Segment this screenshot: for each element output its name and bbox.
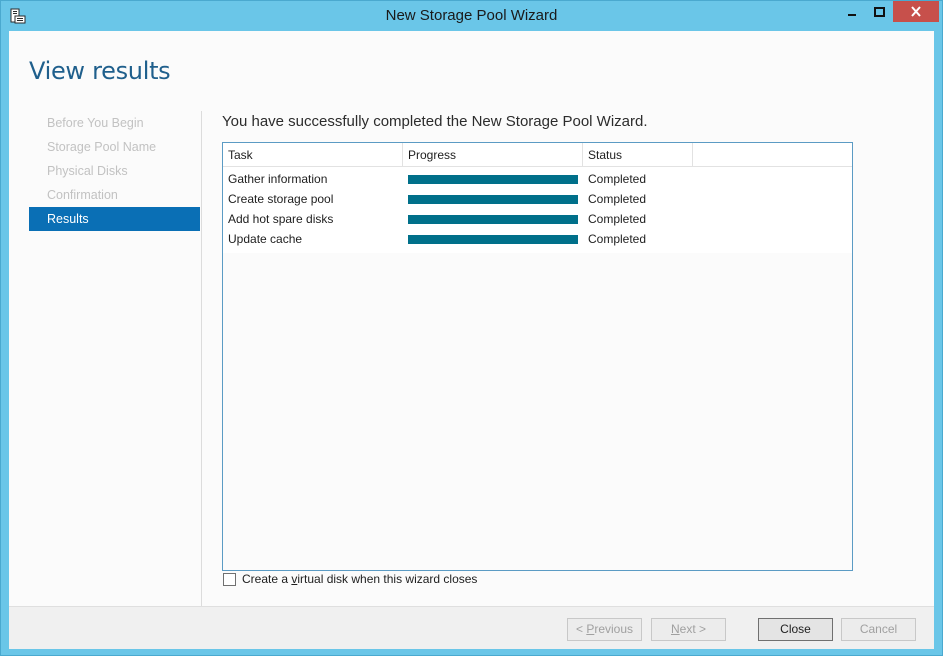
window-title: New Storage Pool Wizard xyxy=(385,7,558,24)
close-button[interactable]: Close xyxy=(758,618,833,641)
column-header-status[interactable]: Status xyxy=(583,143,693,167)
table-row[interactable]: Create storage pool Completed xyxy=(223,189,852,209)
wizard-footer: < Previous Next > Close Cancel xyxy=(9,606,934,649)
progress-bar xyxy=(408,194,578,204)
progress-fill xyxy=(408,194,578,204)
table-row[interactable]: Add hot spare disks Completed xyxy=(223,209,852,229)
create-virtual-disk-checkbox[interactable] xyxy=(223,572,236,586)
column-header-task[interactable]: Task xyxy=(223,143,403,167)
minimize-button[interactable] xyxy=(837,1,866,22)
close-icon xyxy=(911,6,921,17)
task-name: Create storage pool xyxy=(228,192,334,206)
task-progress xyxy=(403,214,583,224)
task-name: Update cache xyxy=(228,232,303,246)
title-bar[interactable]: New Storage Pool Wizard xyxy=(1,1,942,31)
progress-fill xyxy=(408,214,578,224)
previous-button[interactable]: < Previous xyxy=(567,618,642,641)
nav-divider xyxy=(201,111,202,606)
nav-step-before-you-begin: Before You Begin xyxy=(47,116,144,130)
close-window-button[interactable] xyxy=(893,1,939,22)
column-header-progress[interactable]: Progress xyxy=(403,143,583,167)
cancel-button[interactable]: Cancel xyxy=(841,618,916,641)
wizard-client-area: View results Before You Begin Storage Po… xyxy=(9,31,934,649)
wizard-steps-nav: Before You Begin Storage Pool Name Physi… xyxy=(29,111,200,231)
grid-header: Task Progress Status xyxy=(223,143,852,167)
task-status: Completed xyxy=(588,232,647,246)
maximize-button[interactable] xyxy=(866,1,893,22)
progress-bar xyxy=(408,214,578,224)
progress-fill xyxy=(408,234,578,244)
nav-step-physical-disks: Physical Disks xyxy=(47,164,128,178)
progress-bar xyxy=(408,174,578,184)
table-row[interactable]: Gather information Completed xyxy=(223,169,852,189)
nav-step-results[interactable]: Results xyxy=(29,207,200,231)
maximize-icon xyxy=(874,6,885,17)
results-grid[interactable]: Task Progress Status Gather information … xyxy=(222,142,853,571)
nav-step-storage-pool-name: Storage Pool Name xyxy=(47,140,157,154)
create-virtual-disk-option[interactable]: Create a virtual disk when this wizard c… xyxy=(223,572,477,586)
grid-rows: Gather information Completed Create stor… xyxy=(223,167,852,253)
task-progress xyxy=(403,194,583,204)
task-name: Add hot spare disks xyxy=(228,212,334,226)
next-button[interactable]: Next > xyxy=(651,618,726,641)
task-progress xyxy=(403,174,583,184)
wizard-window: New Storage Pool Wizard View results Bef… xyxy=(0,0,943,656)
progress-fill xyxy=(408,174,578,184)
task-status: Completed xyxy=(588,212,647,226)
table-row[interactable]: Update cache Completed xyxy=(223,229,852,249)
task-status: Completed xyxy=(588,172,647,186)
progress-bar xyxy=(408,234,578,244)
task-progress xyxy=(403,234,583,244)
page-title: View results xyxy=(29,57,171,85)
nav-step-confirmation: Confirmation xyxy=(47,188,118,202)
completion-message: You have successfully completed the New … xyxy=(222,113,648,130)
task-status: Completed xyxy=(588,192,647,206)
create-virtual-disk-label: Create a virtual disk when this wizard c… xyxy=(242,572,478,586)
task-name: Gather information xyxy=(228,172,328,186)
minimize-icon xyxy=(847,13,856,16)
